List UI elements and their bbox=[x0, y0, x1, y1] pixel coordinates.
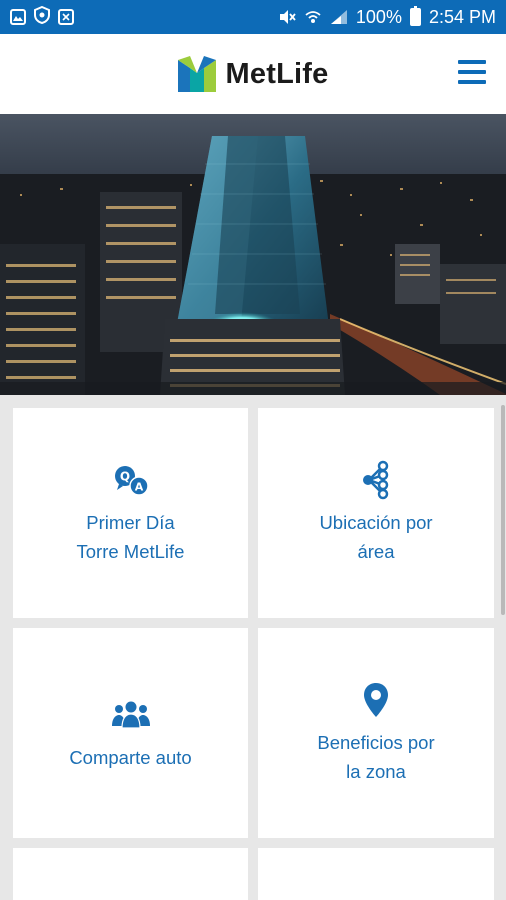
tile-ubicacion-por-area[interactable]: Ubicación por área bbox=[258, 408, 494, 618]
status-bar: 100% 2:54 PM bbox=[0, 0, 506, 34]
metlife-logo[interactable]: MetLife bbox=[177, 56, 329, 92]
tile-partial[interactable] bbox=[13, 848, 248, 900]
hamburger-menu-icon[interactable] bbox=[458, 60, 486, 84]
shield-icon bbox=[34, 5, 50, 29]
svg-text:Q: Q bbox=[119, 470, 129, 484]
group-users-icon bbox=[111, 695, 151, 735]
document-icon bbox=[58, 9, 74, 25]
tile-label: Primer Día Torre MetLife bbox=[76, 512, 185, 562]
tile-primer-dia[interactable]: Q A Primer Día Torre MetLife bbox=[13, 408, 248, 618]
menu-grid: Q A Primer Día Torre MetLife Ubicación p… bbox=[0, 395, 506, 900]
gallery-icon bbox=[10, 9, 26, 25]
metlife-logo-mark-icon bbox=[177, 56, 216, 92]
tile-label: Comparte auto bbox=[69, 746, 192, 768]
map-pin-icon bbox=[356, 680, 396, 720]
svg-text:A: A bbox=[134, 481, 143, 494]
mute-icon bbox=[279, 10, 296, 24]
clock: 2:54 PM bbox=[428, 6, 496, 27]
scrollbar[interactable] bbox=[501, 405, 505, 615]
signal-icon bbox=[330, 10, 347, 24]
wifi-icon bbox=[305, 11, 321, 23]
brand-name: MetLife bbox=[225, 57, 329, 90]
tile-partial[interactable] bbox=[258, 848, 494, 900]
qa-icon: Q A bbox=[111, 460, 151, 500]
share-nodes-icon bbox=[356, 460, 396, 500]
tile-beneficios-por-la-zona[interactable]: Beneficios por la zona bbox=[258, 628, 494, 838]
tile-comparte-auto[interactable]: Comparte auto bbox=[13, 628, 248, 838]
tile-label: Ubicación por área bbox=[319, 512, 433, 562]
hero-image bbox=[0, 114, 506, 395]
app-header: MetLife bbox=[0, 34, 506, 114]
tile-label: Beneficios por la zona bbox=[317, 732, 435, 782]
battery-percentage: 100% bbox=[355, 6, 402, 27]
battery-icon bbox=[409, 6, 421, 26]
